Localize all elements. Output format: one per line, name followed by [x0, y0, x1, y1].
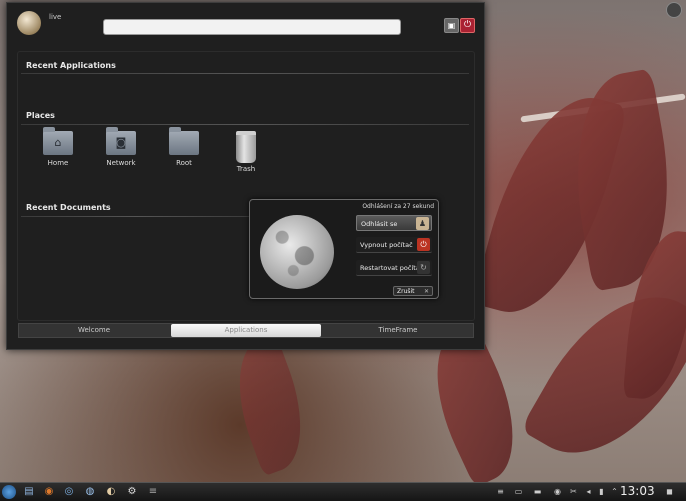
tab-welcome[interactable]: Welcome: [19, 324, 169, 337]
divider: [21, 216, 251, 217]
folder-icon: [169, 127, 199, 155]
shutdown-label: Vypnout počítač: [360, 241, 413, 249]
clock[interactable]: 13:03: [620, 484, 655, 498]
logout-label: Odhlásit se: [361, 220, 398, 228]
cancel-button[interactable]: Zrušit ✕: [393, 286, 433, 296]
leave-button[interactable]: ⏻: [460, 18, 475, 33]
places-heading: Places: [26, 111, 55, 120]
task-manager-icon[interactable]: ≡: [146, 485, 160, 499]
place-label: Network: [106, 159, 136, 167]
moon-image: [260, 215, 334, 289]
user-logout-icon: ♟: [416, 217, 429, 230]
tab-applications[interactable]: Applications: [171, 324, 321, 337]
place-label: Home: [47, 159, 69, 167]
shutdown-button[interactable]: Vypnout počítač ⏻: [356, 237, 432, 253]
close-icon: ✕: [423, 288, 429, 295]
logout-countdown: Odhlášení za 27 sekund: [362, 203, 434, 210]
search-input[interactable]: [103, 19, 401, 35]
divider: [21, 124, 469, 125]
network-folder-icon: ◙: [106, 127, 136, 155]
clipboard-icon[interactable]: ✂: [568, 486, 579, 497]
place-trash[interactable]: Trash: [222, 131, 270, 173]
logout-button[interactable]: Odhlásit se ♟: [356, 215, 432, 231]
power-icon: ⏻: [417, 238, 430, 251]
divider: [21, 73, 469, 74]
kde-menu-icon[interactable]: [2, 485, 16, 499]
network-status-icon[interactable]: ◉: [552, 486, 563, 497]
folder-icon[interactable]: ▬: [532, 486, 543, 497]
place-network[interactable]: ◙ Network: [97, 127, 145, 167]
settings-gear-icon[interactable]: ⚙: [125, 485, 139, 499]
recent-applications-heading: Recent Applications: [26, 61, 116, 70]
files-icon[interactable]: ▭: [513, 486, 524, 497]
home-folder-icon: ⌂: [43, 127, 73, 155]
cancel-label: Zrušit: [397, 288, 415, 295]
network-icon[interactable]: ◍: [83, 485, 97, 499]
wallpaper-leaf: [219, 333, 321, 477]
file-manager-icon[interactable]: ▤: [22, 485, 36, 499]
pager-icon[interactable]: ≡: [495, 486, 506, 497]
place-home[interactable]: ⌂ Home: [34, 127, 82, 167]
battery-icon[interactable]: ▮: [596, 486, 607, 497]
user-name: live: [49, 13, 62, 21]
place-label: Root: [176, 159, 192, 167]
lock-screen-button[interactable]: ▣: [444, 18, 459, 33]
user-avatar: [17, 11, 41, 35]
browser-icon[interactable]: ◎: [62, 485, 76, 499]
installer-icon[interactable]: ◐: [104, 485, 118, 499]
place-label: Trash: [236, 165, 256, 173]
expand-tray-icon[interactable]: ⌃: [609, 486, 620, 497]
firefox-icon[interactable]: ◉: [42, 485, 56, 499]
desktop-toolbox-icon[interactable]: [666, 2, 682, 18]
logout-dialog: Odhlášení za 27 sekund Odhlásit se ♟ Vyp…: [249, 199, 439, 299]
volume-icon[interactable]: ◂: [583, 486, 594, 497]
place-root[interactable]: Root: [160, 127, 208, 167]
restart-button[interactable]: Restartovat počítač ↻: [356, 260, 432, 276]
restart-label: Restartovat počítač: [360, 264, 424, 272]
tab-timeframe[interactable]: TimeFrame: [323, 324, 473, 337]
panel-toolbox-icon[interactable]: ◼: [664, 486, 675, 497]
lock-icon: ▣: [447, 21, 456, 30]
trash-icon: [236, 131, 256, 163]
power-icon: ⏻: [463, 20, 472, 30]
taskbar: ▤ ◉ ◎ ◍ ◐ ⚙ ≡ ≡ ▭ ▬ ◉ ✂ ◂ ▮ ⌃ 13:03 ◼: [0, 482, 686, 501]
restart-icon: ↻: [417, 261, 430, 274]
launcher-tab-bar: Welcome Applications TimeFrame: [18, 323, 474, 338]
recent-documents-heading: Recent Documents: [26, 203, 111, 212]
